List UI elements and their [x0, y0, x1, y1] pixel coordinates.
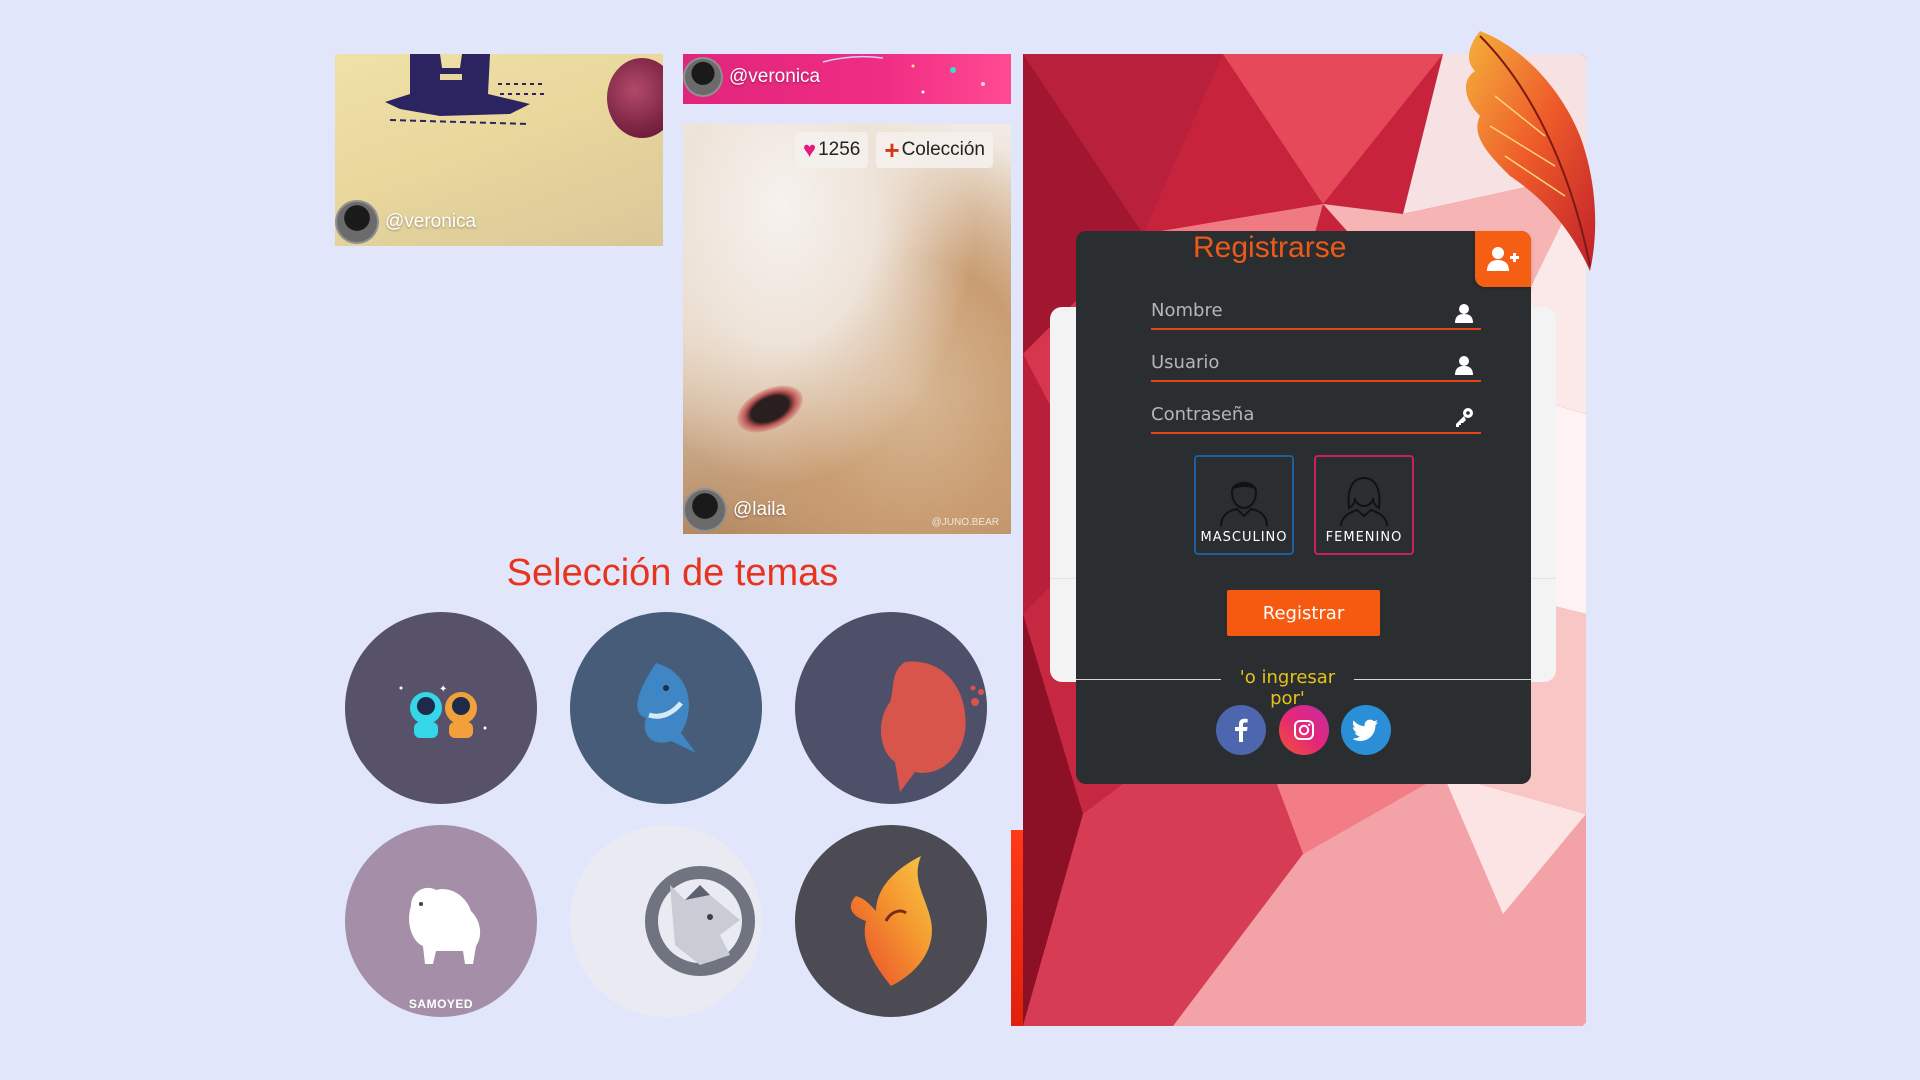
whale-icon	[880, 661, 984, 792]
twitter-icon	[1353, 719, 1378, 741]
wolf-icon	[645, 866, 755, 976]
card-user[interactable]: @veronica	[335, 200, 476, 246]
theme-option[interactable]	[795, 825, 987, 1017]
add-user-icon	[1487, 247, 1519, 271]
gender-male-option[interactable]: MASCULINO	[1194, 455, 1294, 555]
feed-card[interactable]: @veronica	[335, 54, 663, 246]
shark-icon	[637, 663, 696, 753]
add-to-collection-button[interactable]: + Colección	[876, 132, 993, 168]
register-title: Registrarse	[1193, 231, 1347, 264]
samoyed-dog-icon	[409, 887, 481, 964]
cat-photo-detail	[729, 376, 811, 442]
male-avatar-icon	[1220, 482, 1268, 526]
like-button[interactable]: ♥ 1256	[795, 132, 869, 168]
photo-watermark: @JUNO.BEAR	[931, 517, 999, 528]
collection-label: Colección	[901, 139, 985, 160]
svg-text:✦: ✦	[439, 684, 447, 695]
twitter-button[interactable]	[1341, 705, 1391, 755]
card-actions: ♥ 1256 + Colección	[795, 132, 993, 168]
divider-line	[1354, 679, 1531, 680]
phoenix-icon	[850, 856, 932, 986]
themes-title: Selección de temas	[506, 552, 839, 594]
username-input[interactable]	[1151, 344, 1441, 380]
instagram-button[interactable]	[1279, 705, 1329, 755]
register-button[interactable]: Registrar	[1227, 590, 1380, 636]
feed-card[interactable]: ♥ 1256 + Colección @JUNO.BEAR @laila	[683, 124, 1011, 534]
username[interactable]: @veronica	[729, 66, 820, 88]
password-field-wrapper	[1151, 394, 1481, 434]
gender-female-option[interactable]: FEMENINO	[1314, 455, 1414, 555]
avatar[interactable]	[683, 57, 723, 97]
accent-strip	[1011, 830, 1023, 1026]
female-label: FEMENINO	[1325, 530, 1403, 545]
female-avatar-icon	[1340, 476, 1388, 526]
avatar[interactable]	[683, 488, 727, 532]
astronauts-icon: ✦	[399, 684, 487, 738]
add-user-badge	[1475, 231, 1531, 287]
theme-option[interactable]	[570, 612, 762, 804]
user-icon	[1455, 356, 1473, 375]
feed-card[interactable]: @veronica	[683, 54, 1011, 104]
key-icon	[1456, 408, 1473, 427]
name-input[interactable]	[1151, 292, 1441, 328]
name-field-wrapper	[1151, 290, 1481, 330]
red-ornament-image	[607, 58, 663, 138]
male-label: MASCULINO	[1200, 530, 1288, 545]
facebook-button[interactable]	[1216, 705, 1266, 755]
divider-line	[1076, 679, 1221, 680]
theme-option[interactable]	[570, 825, 762, 1017]
user-icon	[1455, 304, 1473, 323]
password-input[interactable]	[1151, 396, 1441, 432]
card-user[interactable]: @veronica	[683, 57, 820, 99]
theme-option[interactable]	[795, 612, 987, 804]
username[interactable]: @veronica	[385, 211, 476, 233]
like-count: 1256	[818, 139, 861, 160]
theme-option[interactable]: ✦	[345, 612, 537, 804]
facebook-icon	[1235, 718, 1248, 742]
theme-caption: SAMOYED	[408, 997, 474, 1011]
card-user[interactable]: @laila	[683, 488, 786, 534]
or-login-label: 'o ingresar por'	[1239, 667, 1336, 709]
theme-option[interactable]: SAMOYED	[345, 825, 537, 1017]
heart-icon: ♥	[803, 137, 817, 162]
plus-icon: +	[884, 135, 900, 165]
avatar[interactable]	[335, 200, 379, 244]
ninja-illustration-icon	[385, 54, 548, 125]
username[interactable]: @laila	[733, 499, 786, 521]
username-field-wrapper	[1151, 342, 1481, 382]
instagram-icon	[1294, 720, 1314, 740]
